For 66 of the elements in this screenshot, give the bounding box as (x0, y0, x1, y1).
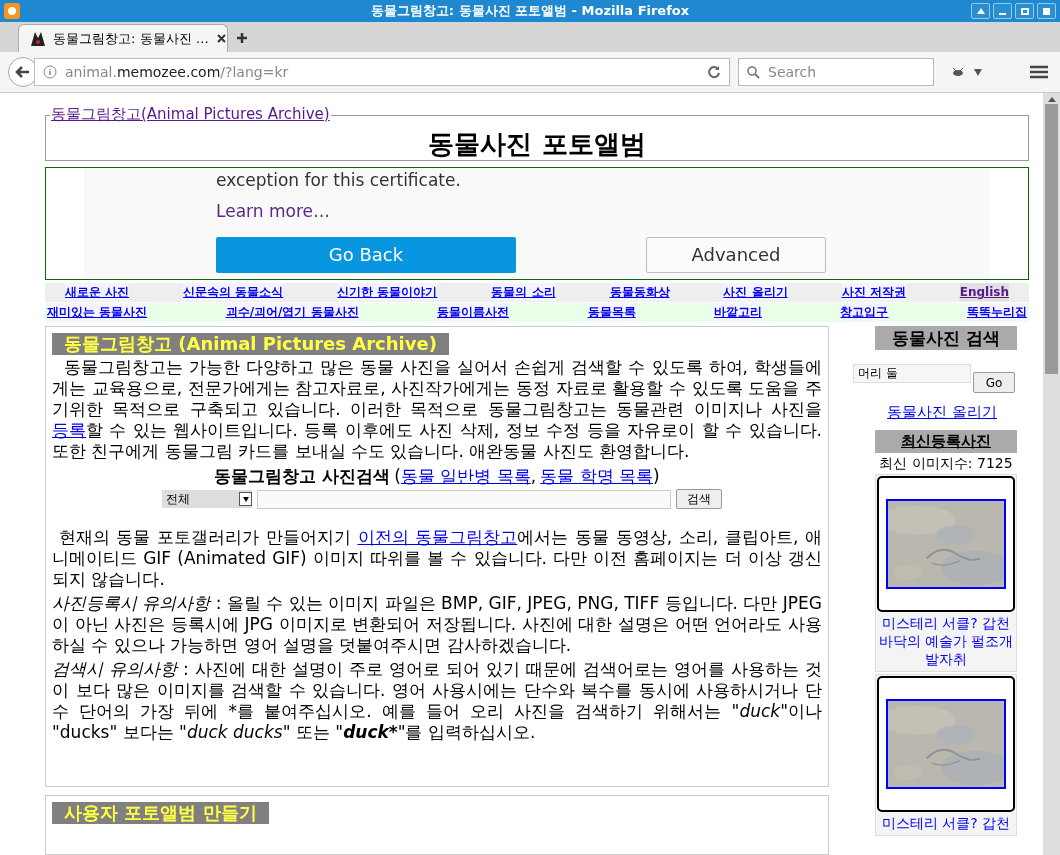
nav-link[interactable]: 괴수/괴어/엽기 동물사진 (225, 303, 359, 322)
image-count: 최신 이미지수: 7125 (879, 453, 1013, 473)
nav-link[interactable]: 새로운 사진 (65, 283, 130, 302)
section-heading: 동물그림창고 (Animal Pictures Archive) (52, 333, 449, 355)
nav-link[interactable]: 동물동화상 (609, 283, 670, 302)
nav-link[interactable]: 재미있는 동물사진 (47, 303, 148, 322)
learn-more-link[interactable]: Learn more… (216, 199, 990, 225)
bug-icon[interactable] (950, 65, 966, 79)
maximize-button[interactable] (1015, 3, 1034, 19)
punctuation: ( (394, 466, 401, 487)
photo-caption[interactable]: 미스테리 서클? 갑천 바닥의 예술가 펄조개 발자취 (877, 611, 1015, 670)
search-button[interactable]: 검색 (676, 489, 722, 509)
photo-caption[interactable]: 미스테리 서클? 갑천 (877, 811, 1015, 834)
search-field[interactable]: Search (738, 58, 934, 86)
sidebar-heading: 최신등록사진 (875, 429, 1017, 453)
nav-link[interactable]: English (959, 283, 1009, 302)
menu-icon[interactable] (1030, 65, 1048, 79)
url-field[interactable]: animal.memozee.com/?lang=kr (34, 58, 730, 86)
nav-link[interactable]: 사진 올리기 (723, 283, 788, 302)
text-link[interactable]: 동물 학명 목록 (540, 466, 653, 487)
section-heading: 사용자 포토앨범 만들기 (52, 802, 269, 824)
punctuation: , (530, 466, 537, 487)
search-icon (747, 65, 760, 79)
nav-link[interactable]: 사진 저작권 (841, 283, 906, 302)
upload-link[interactable]: 동물사진 올리기 (887, 401, 997, 424)
text-link[interactable]: 등록 (52, 420, 86, 440)
nav-link[interactable]: 동물이름사전 (437, 303, 510, 322)
sidebar-heading: 동물사진 검색 (875, 326, 1017, 350)
search-input[interactable] (257, 489, 671, 509)
category-select[interactable]: 전체 (162, 490, 252, 508)
site-link[interactable]: 동물그림창고(Animal Pictures Archive) (50, 105, 331, 123)
scrollbar[interactable] (1043, 93, 1060, 855)
page-title: 동물사진 포토앨범 (428, 127, 646, 161)
go-button[interactable]: Go (973, 372, 1015, 393)
window-title: 동물그림창고: 동물사진 포토앨범 - Mozilla Firefox (370, 2, 690, 21)
reload-icon[interactable] (707, 65, 721, 79)
paragraph: 검색시 유의사항 : 사진에 대한 설명이 주로 영어로 되어 있기 때문에 검색어로는 영어를 사용하는 것이 보다 많은 이미지를 검색할 수 있습니다. 영어 사용시에는 단수와 복수를 동시에 사용하시거나 단수 단어의 가장 뒤에 *를 붙여주십시오. 예를 들어 오리 사진을 검색하기 위해서는 "duck"이나 "ducks" 보다는 "duck ducks" 또는 "duck*"를 입력하십시오. (52, 659, 822, 743)
arrow-up-icon[interactable] (971, 3, 990, 19)
nav-link[interactable]: 신문속의 동물소식 (183, 283, 284, 302)
nav-link[interactable]: 바깥고리 (714, 303, 762, 322)
firefox-logo-icon (4, 3, 20, 19)
close-icon[interactable] (216, 34, 226, 43)
error-text: exception for this certificate. (216, 169, 462, 191)
nav-link[interactable]: 동물목록 (587, 303, 636, 322)
punctuation: ) (652, 466, 660, 487)
browser-tab[interactable]: 동물그림창고: 동물사진 … (18, 24, 228, 52)
nav-link[interactable]: 신기한 동물이야기 (337, 283, 438, 302)
nav-link[interactable]: 똑똑누리집 (966, 303, 1027, 322)
new-tab-icon[interactable] (236, 32, 248, 44)
close-button[interactable] (1037, 3, 1056, 19)
text-link[interactable]: 동물 일반병 목록 (400, 466, 531, 487)
paragraph: 동물그림창고는 가능한 다양하고 많은 동물 사진을 실어서 손쉽게 검색할 수 있도록 하여, 학생들에게는 교육용으로, 전문가에게는 참고자료로, 사진작가에게는 동정 자료로 활용할 수 있도록 도움을 주기위한 목적으로 구축되고 있습니다. 이러한 목적으로 동물그림창고는 동물관련 이미지나 사진을 등록할 수 있는 웹사이트입니다. 등록 이후에도 사진 삭제, 정보 수정 등을 자유로이 할 수 있습니다. 또한 친구에게 동물그림 카드를 보내실 수도 있습니다. 애완동물 사진도 환영합니다. (52, 357, 822, 462)
animal-favicon-icon (31, 31, 45, 46)
nav-link[interactable]: 동물의 소리 (491, 283, 556, 302)
back-arrow-icon (15, 64, 31, 80)
nav-link[interactable]: 창고입구 (840, 303, 889, 322)
text-link[interactable]: 이전의 동물그림창고 (357, 527, 518, 547)
advanced-button[interactable]: Advanced (646, 236, 826, 273)
search-field[interactable]: 머리 둘 (853, 364, 971, 383)
search-title: 동물그림창고 사진검색 (214, 466, 391, 487)
paragraph: 현재의 동물 포토갤러리가 만들어지기 이전의 동물그림창고에서는 동물 동영상, 소리, 클립아트, 애니메이티드 GIF (Animated GIF) 이미지 따위를 볼 수 있습니다. 다만 이전 홈페이지는 더 이상 갱신되지 않습니다. (52, 527, 822, 590)
tab-title: 동물그림창고: 동물사진 … (53, 29, 209, 48)
dropdown-arrow-icon[interactable] (974, 68, 982, 76)
paragraph: 사진등록시 유의사항 : 올릴 수 있는 이미지 파일은 BMP, GIF, JPEG, PNG, TIFF 등입니다. 다만 JPEG이 아닌 사진은 등록시에 JPG 이미지로 변환되어 저장됩니다. 사진에 대한 설명은 어떤 언어라도 사용하실 수 있으나 가능하면 영어 설명을 덧붙여주시면 감사하겠습니다. (52, 593, 822, 656)
minimize-button[interactable] (993, 3, 1012, 19)
info-icon (43, 65, 57, 79)
